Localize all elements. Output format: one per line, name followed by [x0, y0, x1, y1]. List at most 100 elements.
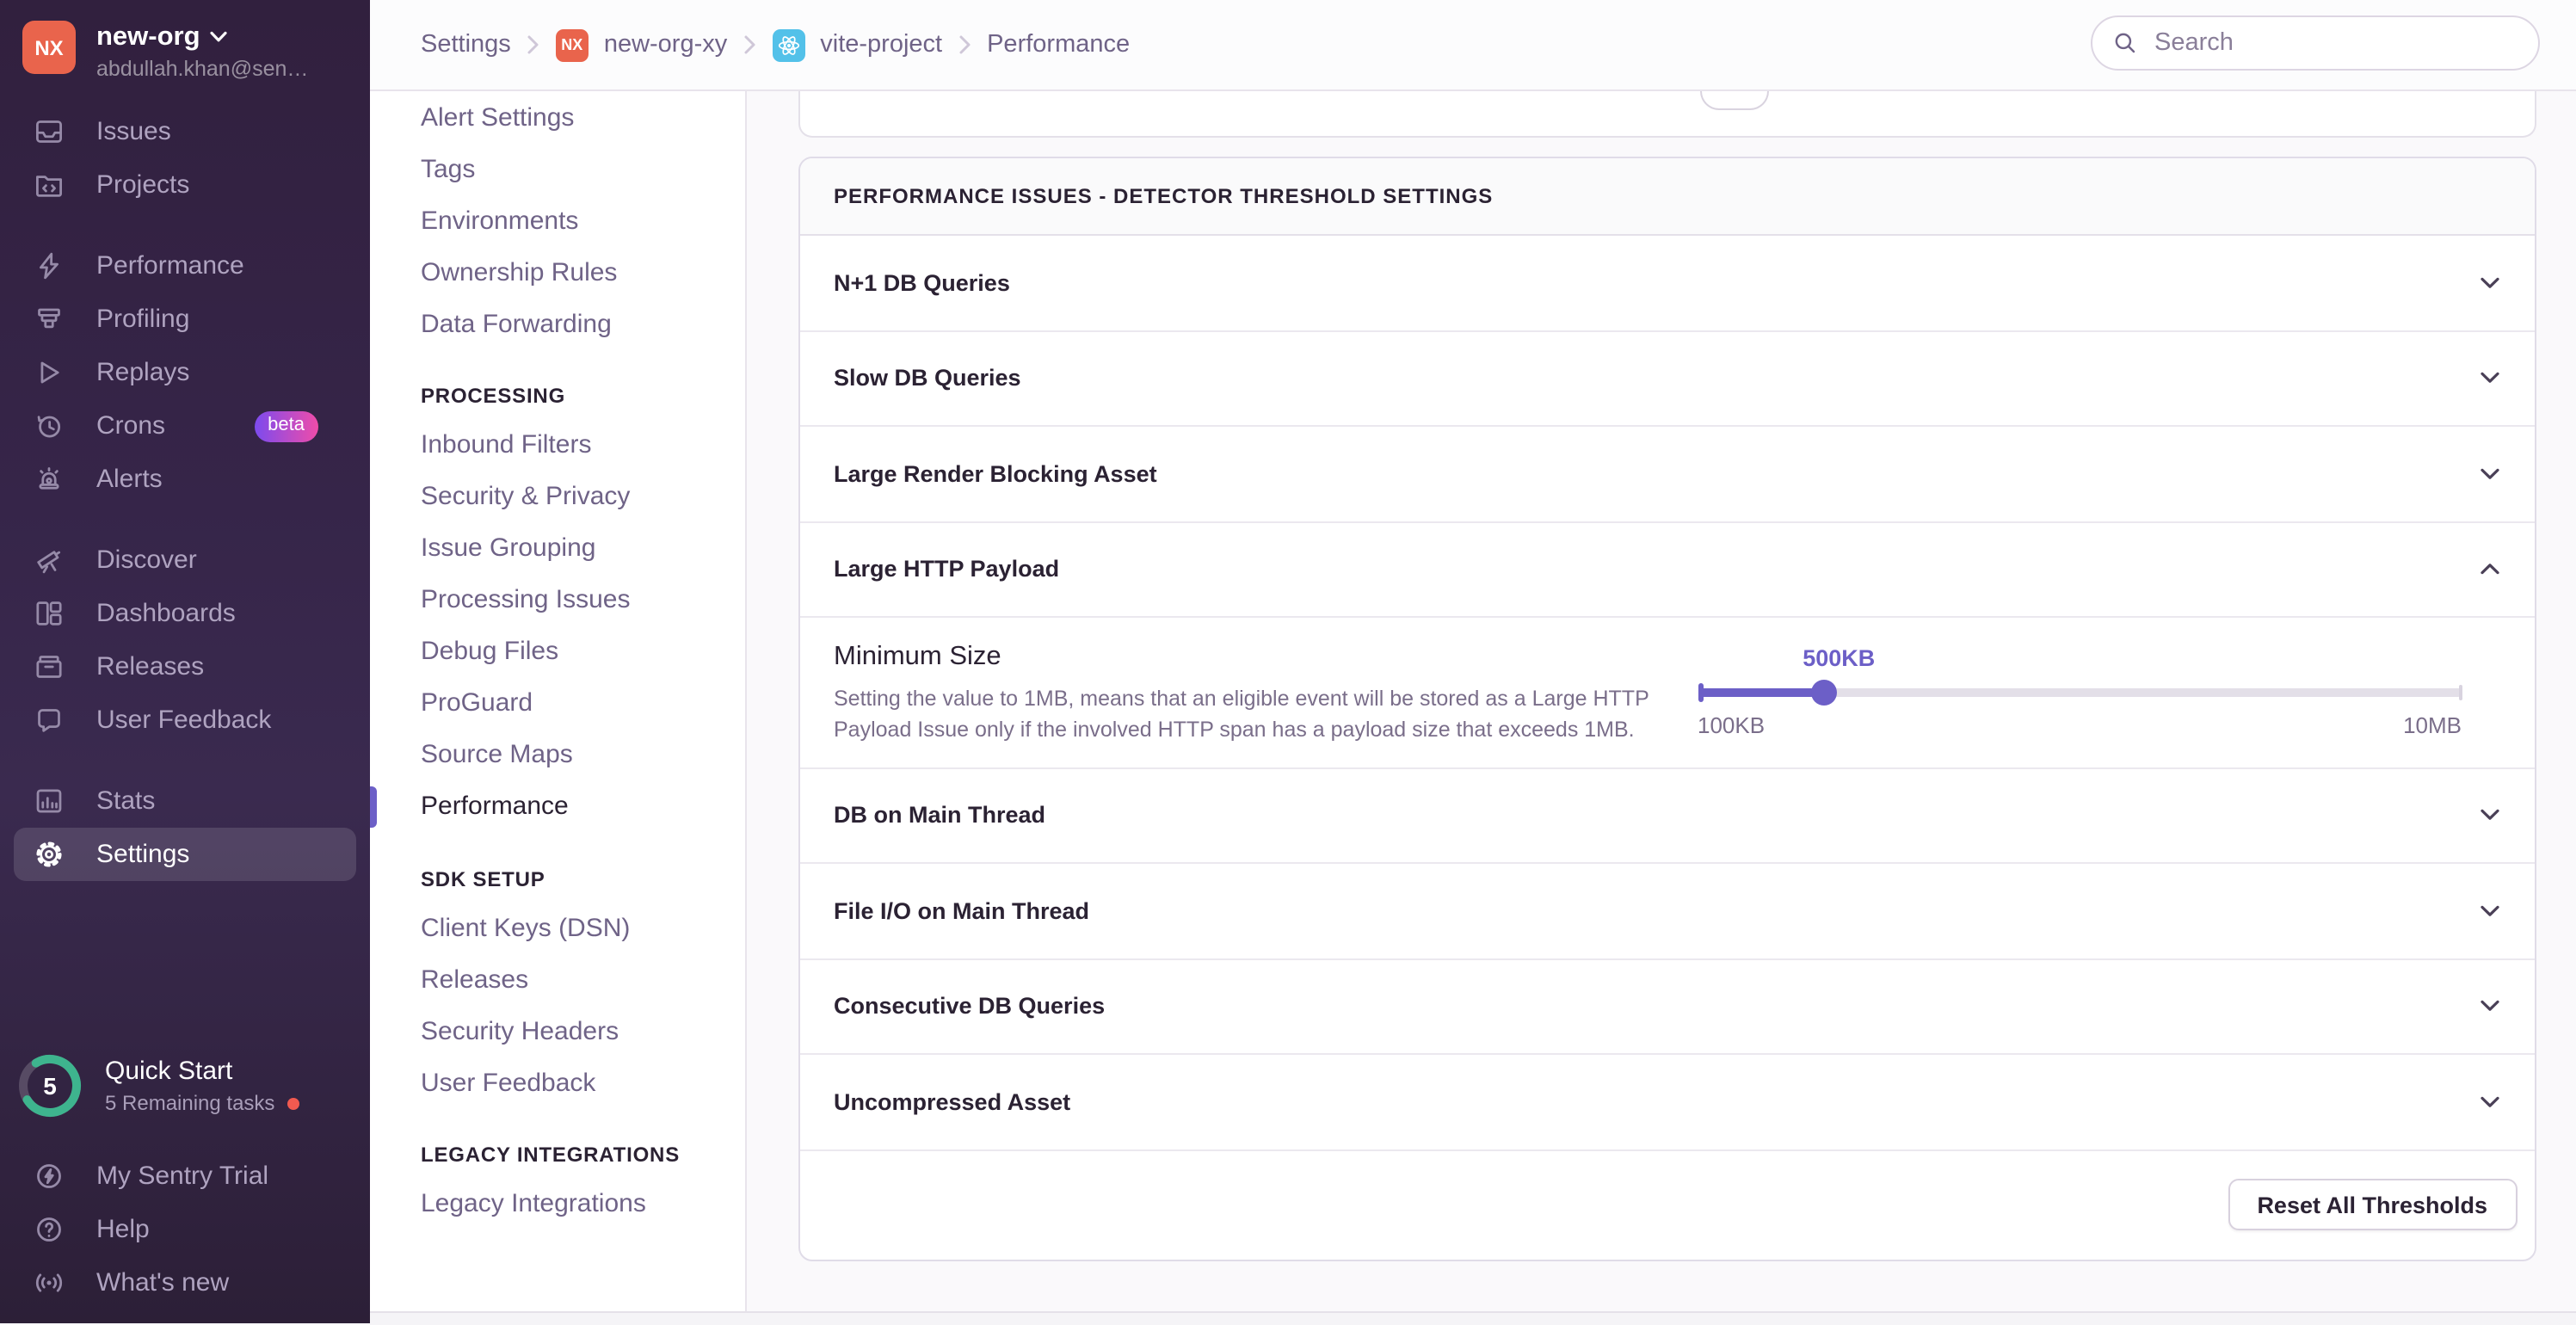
performance-icon — [34, 251, 64, 280]
settings-nav-security-headers[interactable]: Security Headers — [370, 1005, 745, 1057]
detector-row-large-http-payload[interactable]: Large HTTP Payload — [799, 522, 2534, 618]
sidebar-item-issues[interactable]: Issues — [0, 105, 370, 158]
settings-nav-label: Inbound Filters — [421, 430, 591, 459]
sidebar-item-discover[interactable]: Discover — [0, 533, 370, 587]
breadcrumb-label: Performance — [987, 31, 1130, 59]
user-feedback-icon — [34, 706, 64, 735]
detector-row-uncompressed-asset[interactable]: Uncompressed Asset — [799, 1055, 2534, 1150]
sidebar-item-crons[interactable]: Cronsbeta — [0, 399, 370, 453]
slider-min-label: 100KB — [1698, 712, 1765, 738]
sidebar-item-dashboards[interactable]: Dashboards — [0, 587, 370, 640]
stats-icon — [34, 786, 64, 816]
search-field[interactable] — [2151, 28, 2521, 59]
detector-row-large-render-blocking-asset[interactable]: Large Render Blocking Asset — [799, 427, 2534, 522]
breadcrumb-page[interactable]: Performance — [958, 31, 1130, 59]
collapsed-toggle-remnant[interactable] — [1699, 91, 1768, 110]
settings-nav-environments[interactable]: Environments — [370, 194, 745, 246]
detector-row-slow-db-queries[interactable]: Slow DB Queries — [799, 331, 2534, 427]
breadcrumb-settings[interactable]: Settings — [421, 31, 511, 59]
settings-sidebar: Alert Settings Tags EnvironmentsOwnership … — [370, 91, 747, 1323]
settings-nav-client-keys[interactable]: Client Keys (DSN) — [370, 902, 745, 953]
sidebar-item-releases[interactable]: Releases — [0, 640, 370, 693]
sidebar-item-help[interactable]: Help — [0, 1203, 370, 1256]
sidebar-item-projects[interactable]: Projects — [0, 158, 370, 212]
chevron-down-icon — [2479, 810, 2499, 822]
replays-icon — [34, 358, 64, 387]
breadcrumb-label: vite-project — [820, 31, 942, 59]
sidebar-item-user-feedback[interactable]: User Feedback — [0, 693, 370, 747]
breadcrumb-org[interactable]: NX new-org-xy — [527, 28, 727, 61]
sidebar-item-alerts[interactable]: Alerts — [0, 453, 370, 506]
sidebar-item-whats-new[interactable]: What's new — [0, 1256, 370, 1310]
sidebar-item-my-sentry-trial[interactable]: My Sentry Trial — [0, 1149, 370, 1203]
chevron-right-icon — [743, 34, 756, 55]
detector-row-label: Slow DB Queries — [834, 366, 1021, 391]
detector-row-n1-db-queries[interactable]: N+1 DB Queries — [799, 236, 2534, 331]
settings-nav-performance[interactable]: Performance — [370, 780, 745, 832]
settings-nav-user-feedback[interactable]: User Feedback — [370, 1057, 745, 1108]
breadcrumb-badge: NX — [556, 28, 589, 61]
sidebar-item-label: Discover — [96, 545, 197, 575]
sidebar-item-label: Crons — [96, 411, 165, 441]
settings-nav-section-processing: PROCESSING — [370, 373, 745, 419]
settings-nav-label: Data Forwarding — [421, 309, 612, 338]
settings-nav-label: Alert Settings — [421, 102, 574, 132]
breadcrumb-project[interactable]: vite-project — [743, 28, 942, 61]
breadcrumb-label: Settings — [421, 31, 511, 59]
detector-row-file-io-on-main-thread[interactable]: File I/O on Main Thread — [799, 864, 2534, 959]
sidebar-item-stats[interactable]: Stats — [0, 774, 370, 828]
settings-nav-label: Tags — [421, 154, 475, 183]
sidebar-item-profiling[interactable]: Profiling — [0, 293, 370, 346]
releases-icon — [34, 652, 64, 681]
settings-nav-issue-grouping[interactable]: Issue Grouping — [370, 522, 745, 574]
quick-start-count: 5 — [17, 1053, 83, 1119]
sidebar-item-performance[interactable]: Performance — [0, 239, 370, 293]
sidebar-item-label: What's new — [96, 1268, 229, 1297]
settings-nav-processing-issues[interactable]: Processing Issues — [370, 574, 745, 626]
sidebar-item-label: Stats — [96, 786, 155, 816]
settings-nav-source-maps[interactable]: Source Maps — [370, 729, 745, 780]
notification-dot — [287, 1097, 299, 1109]
detector-threshold-panel: PERFORMANCE ISSUES - DETECTOR THRESHOLD … — [798, 157, 2536, 1261]
sidebar-item-label: User Feedback — [96, 706, 271, 735]
settings-nav-releases[interactable]: Releases — [370, 953, 745, 1005]
chevron-right-icon — [958, 34, 971, 55]
settings-nav-inbound-filters[interactable]: Inbound Filters — [370, 419, 745, 471]
settings-nav-tags[interactable]: Tags — [370, 143, 745, 194]
settings-nav-label: Issue Grouping — [421, 533, 595, 563]
sidebar-item-label: Issues — [96, 117, 171, 146]
chevron-down-icon — [2479, 1001, 2499, 1013]
top-bar: Settings NX new-org-xy vite-project — [370, 0, 2576, 91]
chevron-down-icon — [2479, 905, 2499, 917]
org-switcher[interactable]: NX new-org abdullah.khan@sen… — [0, 0, 370, 81]
large-http-payload-settings: Minimum Size Setting the value to 1MB, m… — [799, 618, 2534, 768]
settings-nav-security-privacy[interactable]: Security & Privacy — [370, 471, 745, 522]
slider-thumb[interactable] — [1811, 680, 1837, 706]
settings-nav-data-forwarding[interactable]: Data Forwarding — [370, 298, 745, 349]
slider-value-label: 500KB — [1803, 645, 1875, 671]
detector-row-db-on-main-thread[interactable]: DB on Main Thread — [799, 768, 2534, 864]
settings-nav-label: Security Headers — [421, 1016, 619, 1045]
main-content: PERFORMANCE ISSUES - DETECTOR THRESHOLD … — [747, 91, 2576, 1323]
settings-nav-ownership-rules[interactable]: Ownership Rules — [370, 246, 745, 298]
panel-title: PERFORMANCE ISSUES - DETECTOR THRESHOLD … — [799, 158, 2534, 236]
settings-nav-debug-files[interactable]: Debug Files — [370, 626, 745, 677]
sidebar-item-label: Alerts — [96, 465, 163, 494]
chevron-down-icon — [211, 31, 228, 43]
detector-row-label: DB on Main Thread — [834, 803, 1045, 829]
settings-nav-proguard[interactable]: ProGuard — [370, 677, 745, 729]
projects-icon — [34, 170, 64, 200]
react-icon — [775, 32, 801, 58]
sidebar-item-replays[interactable]: Replays — [0, 346, 370, 399]
search-input[interactable] — [2091, 15, 2540, 71]
slider-max-label: 10MB — [2403, 712, 2462, 738]
profiling-icon — [34, 305, 64, 334]
settings-nav-label: Releases — [421, 964, 528, 994]
sidebar-item-label: Dashboards — [96, 599, 236, 628]
settings-nav-legacy-integrations[interactable]: Legacy Integrations — [370, 1178, 745, 1229]
reset-all-thresholds-button[interactable]: Reset All Thresholds — [2228, 1180, 2517, 1231]
quick-start[interactable]: 5 Quick Start 5 Remaining tasks — [17, 1053, 299, 1119]
settings-nav-alert-settings[interactable]: Alert Settings — [370, 91, 745, 143]
detector-row-consecutive-db-queries[interactable]: Consecutive DB Queries — [799, 959, 2534, 1055]
sidebar-item-settings[interactable]: Settings — [14, 828, 356, 881]
